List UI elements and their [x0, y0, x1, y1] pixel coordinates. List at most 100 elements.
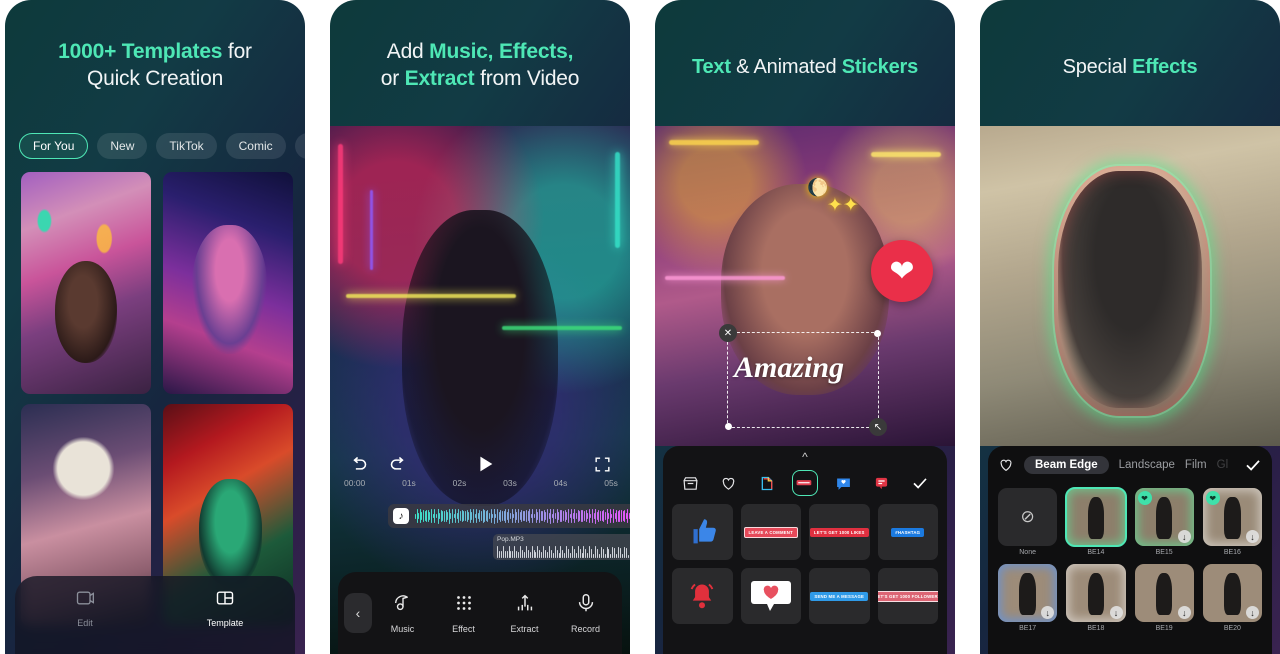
effect-thumbnail: ↓: [1134, 564, 1194, 622]
headline-plain: for: [222, 40, 252, 63]
tab-label: Comic: [238, 139, 273, 153]
text-sticker-selection[interactable]: Amazing ✕ ↖: [719, 324, 887, 436]
back-button[interactable]: ‹: [344, 593, 372, 633]
effect-thumbnail: ↓: [998, 564, 1058, 622]
confirm-check-icon[interactable]: [907, 470, 933, 496]
effect-item[interactable]: ↓ BE20: [1202, 564, 1262, 632]
speech-bubble-icon[interactable]: [830, 470, 856, 496]
download-icon[interactable]: ↓: [1246, 530, 1259, 543]
effect-item[interactable]: ↓ BE17: [998, 564, 1058, 632]
track-name-label: Pop.MP3: [497, 536, 524, 543]
close-icon[interactable]: ✕: [719, 324, 737, 342]
effect-item[interactable]: ↓ BE18: [1066, 564, 1126, 632]
template-category-tabs: For You New TikTok Comic Popular: [19, 133, 305, 159]
effect-label: BE20: [1223, 625, 1241, 632]
audio-track-clip[interactable]: Pop.MP3: [493, 534, 630, 560]
effect-label: BE16: [1223, 549, 1241, 556]
play-icon[interactable]: [474, 453, 496, 475]
sticker-category-bar: [663, 464, 947, 500]
banner-sticker-icon[interactable]: [791, 470, 818, 496]
panel-stickers: Text & Animated Stickers ✦✦ 🌔 ❤ Amazing …: [655, 0, 955, 654]
color-page-icon[interactable]: [754, 470, 780, 496]
effect-category-tabs: Beam Edge Landscape Film Gl: [988, 446, 1272, 482]
sticker-item[interactable]: LET'S GET 1000 FOLLOWERS: [877, 568, 938, 624]
favorite-heart-icon[interactable]: ❤: [1137, 491, 1152, 505]
nav-item-edit[interactable]: Edit: [39, 588, 131, 628]
headline-templates: 1000+ Templates for Quick Creation: [5, 0, 305, 92]
sticker-item[interactable]: LEAVE A COMMENT: [740, 504, 801, 560]
effects-panel: Beam Edge Landscape Film Gl ⊘ None BE14: [988, 446, 1272, 654]
sticker-item[interactable]: #HASHTAG: [877, 504, 938, 560]
tab-glitch[interactable]: Gl: [1217, 459, 1229, 471]
download-icon[interactable]: ↓: [1109, 606, 1123, 619]
tab-label: TikTok: [169, 139, 204, 153]
tab-beam-edge[interactable]: Beam Edge: [1024, 456, 1109, 474]
headline-accent-2: Extract: [404, 67, 475, 90]
sticker-item[interactable]: [672, 504, 733, 560]
tab-new[interactable]: New: [97, 133, 148, 159]
download-icon[interactable]: ↓: [1177, 530, 1191, 543]
headline-line2-pre: or: [380, 67, 405, 90]
tool-effect[interactable]: Effect: [433, 592, 494, 634]
moon-sticker[interactable]: 🌔: [807, 178, 828, 198]
sticker-item[interactable]: SEND ME A MESSAGE: [809, 568, 870, 624]
headline-plain: Special: [1062, 56, 1133, 78]
redo-icon[interactable]: [388, 454, 409, 475]
download-icon[interactable]: ↓: [1041, 606, 1055, 619]
effect-item[interactable]: BE14: [1065, 487, 1127, 556]
tool-extract[interactable]: Extract: [494, 592, 555, 634]
selection-dot[interactable]: [874, 330, 881, 337]
headline-accent-2: Stickers: [841, 56, 919, 78]
timeline-tick: 03s: [503, 478, 517, 488]
tool-record[interactable]: Record: [555, 592, 616, 634]
headline-line2-post: from Video: [474, 67, 580, 90]
download-icon[interactable]: ↓: [1246, 606, 1259, 619]
template-card[interactable]: [21, 172, 151, 394]
tab-comic[interactable]: Comic: [225, 133, 286, 159]
template-card[interactable]: [163, 172, 293, 394]
template-grid-icon: [216, 591, 234, 605]
effect-preview[interactable]: [980, 126, 1280, 446]
bell-icon: [691, 583, 714, 609]
download-icon[interactable]: ↓: [1177, 606, 1191, 619]
like-heart-sticker[interactable]: ❤: [871, 240, 933, 302]
tab-for-you[interactable]: For You: [19, 133, 89, 159]
effect-item[interactable]: ❤ ↓ BE15: [1134, 488, 1194, 556]
sticker-item[interactable]: [740, 568, 801, 624]
nav-item-template[interactable]: Template: [179, 588, 271, 628]
effect-item[interactable]: ↓ BE19: [1134, 564, 1194, 632]
favorite-heart-icon[interactable]: [715, 470, 741, 496]
tool-music[interactable]: Music: [372, 592, 433, 634]
neon-decoration: [615, 152, 620, 248]
tab-film[interactable]: Film: [1185, 459, 1207, 471]
sticker-label: SEND ME A MESSAGE: [810, 591, 869, 601]
favorite-heart-icon[interactable]: [998, 457, 1014, 473]
sticker-item[interactable]: LET'S GET 1000 LIKES: [809, 504, 870, 560]
confirm-check-icon[interactable]: [1244, 456, 1262, 474]
fullscreen-icon[interactable]: [593, 455, 612, 474]
effect-label: BE14: [1087, 549, 1105, 556]
panel-expand-chevron-icon[interactable]: ^: [663, 446, 947, 464]
sticker-grid: LEAVE A COMMENT LET'S GET 1000 LIKES #HA…: [663, 500, 947, 628]
resize-icon[interactable]: ↖: [869, 418, 887, 436]
audio-track-main[interactable]: ♪: [388, 504, 630, 528]
sticker-item[interactable]: [672, 568, 733, 624]
effect-thumbnail: ↓: [1066, 564, 1126, 622]
tab-popular[interactable]: Popular: [294, 133, 305, 159]
effect-item[interactable]: ❤ ↓ BE16: [1202, 488, 1262, 556]
tab-tiktok[interactable]: TikTok: [156, 133, 217, 159]
star-sticker[interactable]: ✦✦: [827, 194, 859, 217]
undo-icon[interactable]: [348, 454, 369, 475]
effect-label: BE15: [1155, 549, 1173, 556]
favorite-heart-icon[interactable]: ❤: [1205, 491, 1220, 505]
nav-item-label: Edit: [77, 618, 93, 628]
edit-video-icon: [76, 591, 94, 605]
tab-label: For You: [33, 138, 75, 153]
effect-item-none[interactable]: ⊘ None: [998, 488, 1058, 556]
sticker-store-icon[interactable]: [677, 470, 703, 496]
notification-badge-icon[interactable]: [869, 470, 895, 496]
effect-label: None: [1019, 549, 1036, 556]
tab-landscape[interactable]: Landscape: [1119, 459, 1175, 471]
selection-dot[interactable]: [725, 423, 732, 430]
tool-label: Music: [390, 624, 415, 634]
